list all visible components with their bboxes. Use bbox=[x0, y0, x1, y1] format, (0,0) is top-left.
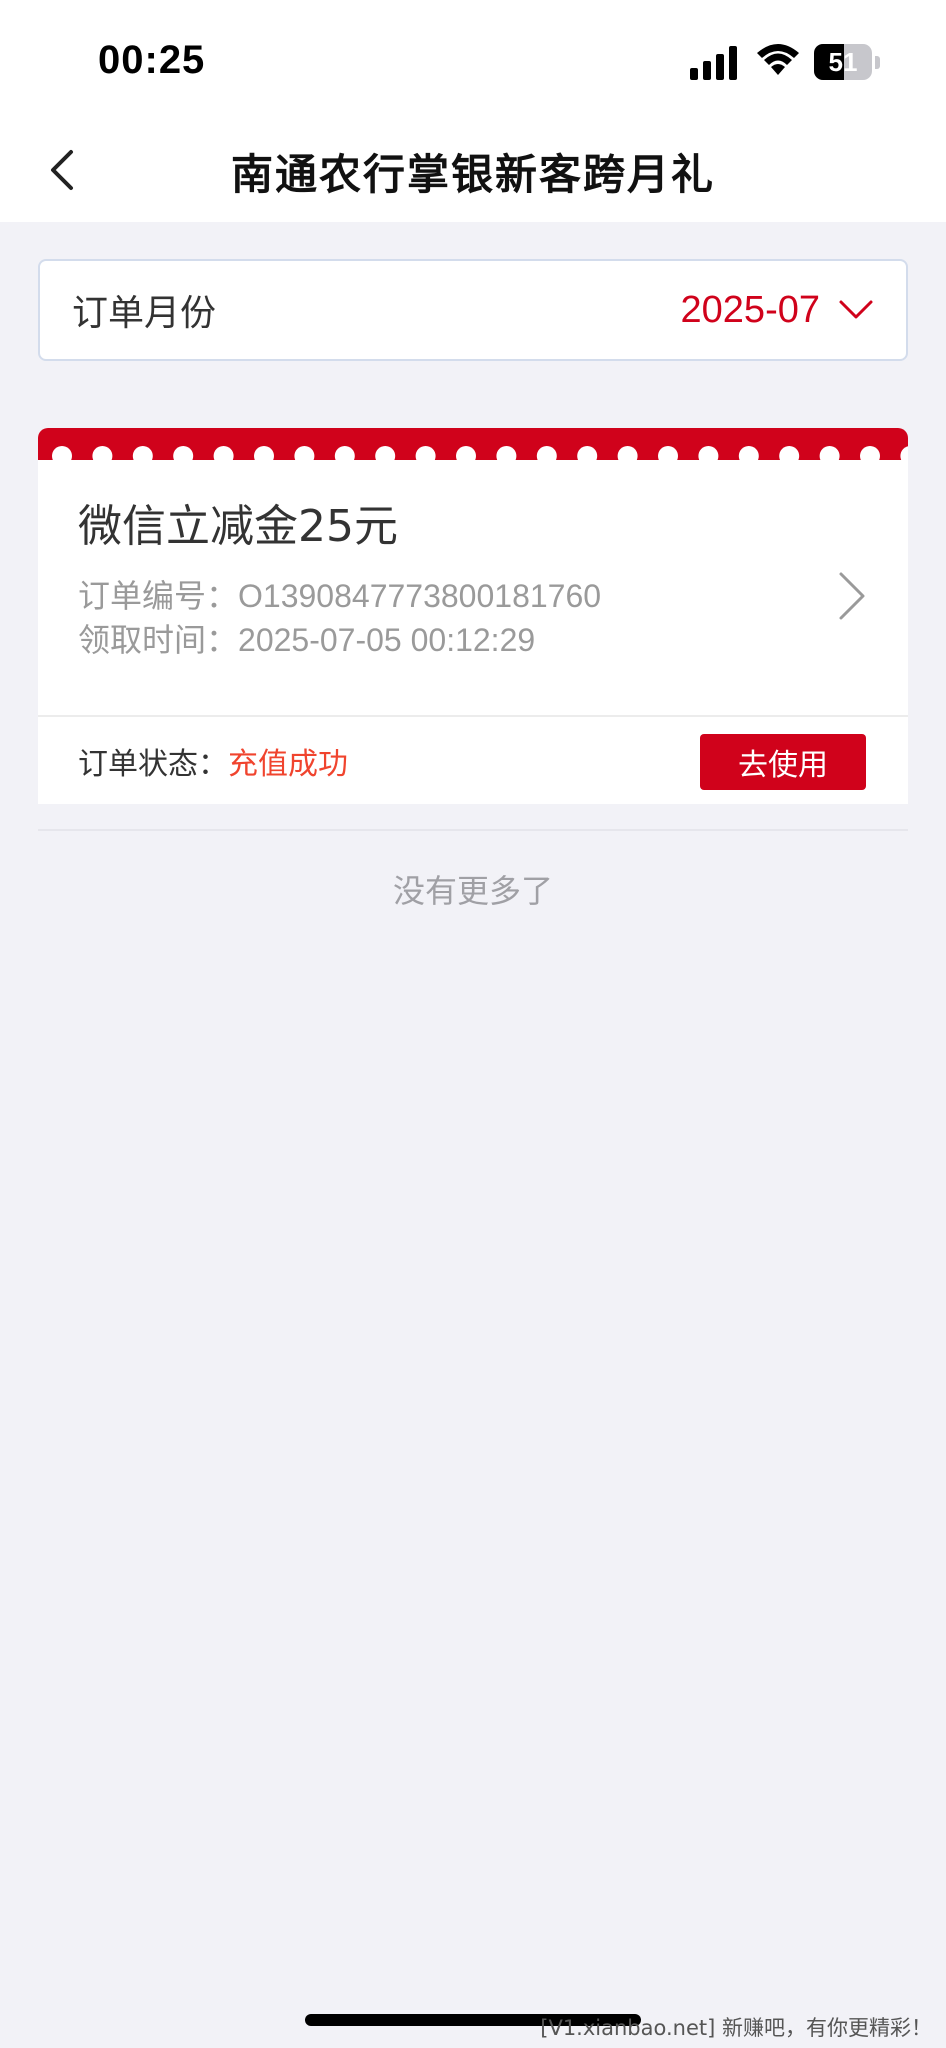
month-selector[interactable]: 订单月份 2025-07 bbox=[38, 259, 908, 361]
use-button[interactable]: 去使用 bbox=[700, 734, 866, 790]
order-status-row: 订单状态： 充值成功 bbox=[78, 717, 348, 804]
nav-bar: 南通农行掌银新客跨月礼 bbox=[0, 120, 946, 222]
claim-time-label: 领取时间： bbox=[78, 621, 239, 659]
order-number-value: O1390847773800181760 bbox=[238, 578, 602, 614]
order-card[interactable]: 微信立减金25元 订单编号： O1390847773800181760 领取时间… bbox=[38, 428, 908, 804]
month-value[interactable]: 2025-07 bbox=[681, 261, 820, 359]
card-header-strip bbox=[38, 428, 908, 460]
order-number-label: 订单编号： bbox=[78, 577, 239, 615]
status-time: 00:25 bbox=[98, 38, 206, 82]
chevron-right-icon[interactable] bbox=[836, 570, 868, 622]
chevron-down-icon[interactable] bbox=[838, 295, 874, 325]
cellular-signal-icon bbox=[690, 46, 737, 80]
claim-time-value: 2025-07-05 00:12:29 bbox=[238, 622, 536, 658]
no-more-text: 没有更多了 bbox=[392, 872, 553, 910]
chevron-left-icon bbox=[51, 150, 73, 190]
claim-time-row: 领取时间： 2025-07-05 00:12:29 bbox=[78, 618, 601, 662]
battery-icon: 51 bbox=[814, 44, 872, 80]
order-status-value: 充值成功 bbox=[228, 747, 348, 782]
battery-cap bbox=[875, 56, 880, 69]
order-info: 订单编号： O1390847773800181760 领取时间： 2025-07… bbox=[78, 574, 601, 662]
back-button[interactable] bbox=[30, 138, 94, 202]
month-label: 订单月份 bbox=[72, 293, 217, 334]
battery-level: 51 bbox=[828, 46, 858, 77]
order-status-label: 订单状态： bbox=[78, 747, 228, 782]
wifi-icon bbox=[757, 44, 799, 75]
list-divider bbox=[38, 829, 908, 831]
order-number-row: 订单编号： O1390847773800181760 bbox=[78, 574, 601, 618]
status-bar: 00:25 51 bbox=[0, 0, 946, 120]
order-title: 微信立减金25元 bbox=[78, 501, 398, 552]
watermark: [V1.xianbao.net] 新赚吧，有你更精彩！ bbox=[540, 2016, 932, 2040]
page-title: 南通农行掌银新客跨月礼 bbox=[230, 149, 715, 199]
